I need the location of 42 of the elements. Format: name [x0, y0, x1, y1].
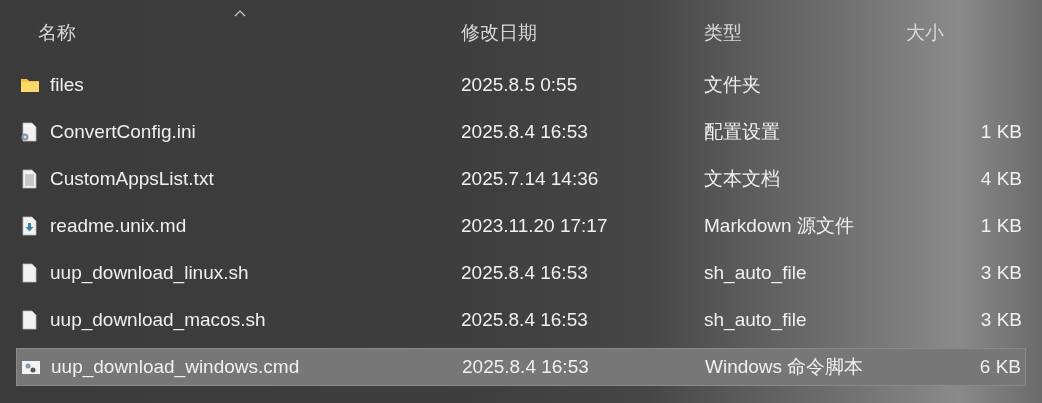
file-row[interactable]: uup_download_linux.sh 2025.8.4 16:53 sh_auto_file 3 KB	[16, 254, 1026, 292]
file-row[interactable]: ConvertConfig.ini 2025.8.4 16:53 配置设置 1 KB	[16, 113, 1026, 151]
file-row[interactable]: readme.unix.md 2023.11.20 17:17 Markdown 源文件 1 KB	[16, 207, 1026, 245]
file-type: Markdown 源文件	[704, 214, 854, 236]
file-row[interactable]: uup_download_macos.sh 2025.8.4 16:53 sh_auto_file 3 KB	[16, 301, 1026, 339]
file-size: 3 KB	[980, 308, 1022, 330]
column-header[interactable]: 名称	[38, 18, 76, 48]
file-type: 文件夹	[704, 73, 761, 95]
file-size: 4 KB	[980, 167, 1022, 189]
file-icon	[20, 310, 40, 330]
modified-date: 2025.8.4 16:53	[461, 120, 588, 142]
file-name: ConvertConfig.ini	[50, 120, 196, 142]
file-size: 1 KB	[980, 120, 1022, 142]
file-name: uup_download_linux.sh	[50, 261, 249, 283]
modified-date: 2025.8.4 16:53	[461, 308, 588, 330]
file-name: CustomAppsList.txt	[50, 167, 214, 189]
file-type: sh_auto_file	[704, 261, 807, 283]
file-row[interactable]: uup_download_windows.cmd 2025.8.4 16:53 Windows 命令脚本 6 KB	[16, 348, 1026, 386]
file-type: sh_auto_file	[704, 308, 807, 330]
download-file-icon	[20, 216, 40, 236]
file-type: 文本文档	[704, 167, 780, 189]
file-name: files	[50, 73, 84, 95]
text-file-icon	[20, 169, 40, 189]
file-row[interactable]: CustomAppsList.txt 2025.7.14 14:36 文本文档 4 KB	[16, 160, 1026, 198]
modified-date: 2025.8.4 16:53	[461, 261, 588, 283]
file-size: 6 KB	[979, 355, 1021, 377]
file-type: Windows 命令脚本	[705, 355, 864, 377]
column-header[interactable]: 类型	[704, 18, 742, 48]
modified-date: 2023.11.20 17:17	[461, 214, 608, 236]
modified-date: 2025.7.14 14:36	[461, 167, 599, 189]
file-name: uup_download_macos.sh	[50, 308, 266, 330]
modified-date: 2025.8.5 0:55	[461, 73, 578, 95]
file-size: 1 KB	[980, 214, 1022, 236]
file-icon	[20, 263, 40, 283]
file-name: readme.unix.md	[50, 214, 187, 236]
file-row[interactable]: files 2025.8.5 0:55 文件夹	[16, 66, 1026, 104]
modified-date: 2025.8.4 16:53	[462, 355, 589, 377]
settings-file-icon	[20, 122, 40, 142]
file-name: uup_download_windows.cmd	[51, 355, 300, 377]
file-size: 3 KB	[980, 261, 1022, 283]
column-header[interactable]: 修改日期	[461, 18, 537, 48]
file-type: 配置设置	[704, 120, 780, 142]
